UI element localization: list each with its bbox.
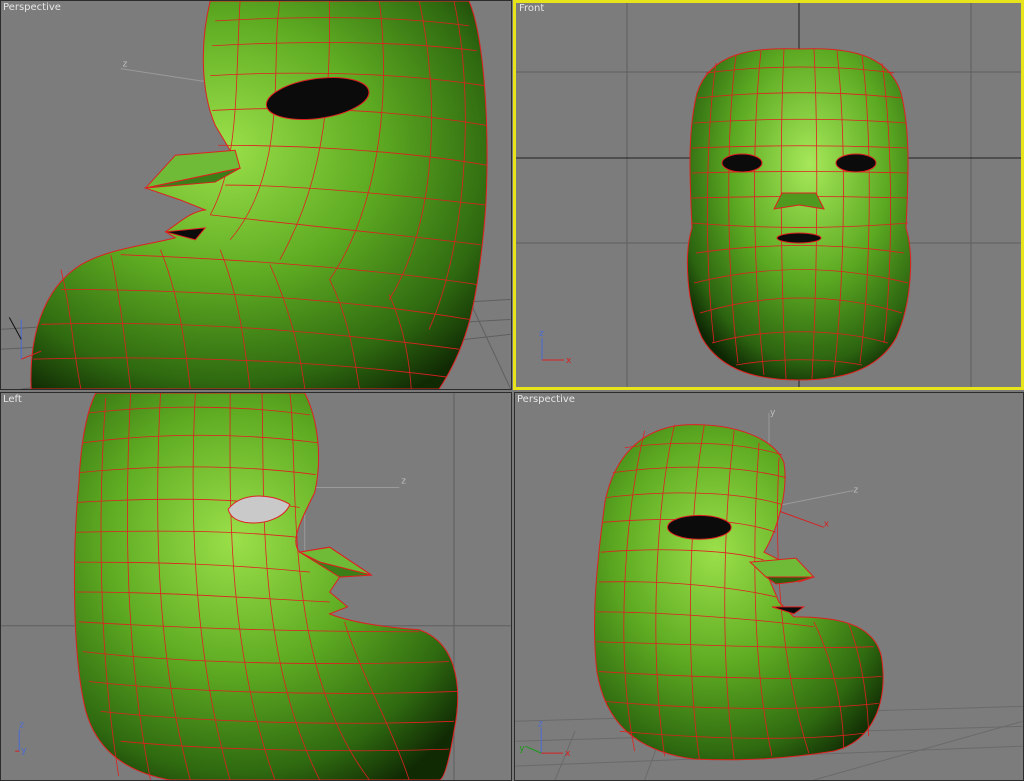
head-mesh	[30, 1, 488, 389]
viewport-label[interactable]: Perspective	[517, 394, 575, 405]
perspective-scene-2: y z x z x y	[515, 408, 1023, 780]
tripod-y-label: y	[519, 744, 525, 754]
head-mesh	[594, 424, 884, 761]
gizmo-x-label: x	[824, 519, 829, 529]
viewport-perspective-bottom-right[interactable]: Perspective y z x z x y	[514, 392, 1024, 781]
tripod-z-label: z	[538, 719, 543, 729]
viewport-label[interactable]: Front	[519, 3, 544, 14]
front-scene: z x	[516, 3, 1021, 387]
gizmo-y-label: y	[770, 408, 776, 418]
viewport-label[interactable]: Left	[3, 394, 22, 405]
tripod-x-label: x	[565, 749, 570, 759]
gizmo-z-label: z	[401, 477, 406, 487]
gizmo-z-label: z	[854, 485, 859, 495]
viewport-front[interactable]: Front z x	[513, 0, 1024, 390]
axis-tripod	[15, 729, 20, 752]
viewport-left[interactable]: Left z z y	[0, 392, 512, 781]
gizmo-z-label: z	[123, 60, 128, 70]
left-scene: z z y	[1, 393, 511, 780]
gizmo-axes	[304, 393, 400, 553]
axis-tripod	[541, 338, 564, 361]
viewport-label[interactable]: Perspective	[3, 2, 61, 13]
tripod-z-label: z	[19, 720, 24, 730]
head-mesh	[73, 393, 459, 780]
tripod-y-label: y	[21, 746, 27, 756]
tripod-x-label: x	[566, 356, 572, 366]
viewport-perspective-top-left[interactable]: Perspective z x	[0, 0, 512, 390]
tripod-z-label: z	[539, 329, 544, 339]
head-mesh	[686, 48, 912, 381]
perspective-scene: z x	[1, 1, 511, 389]
